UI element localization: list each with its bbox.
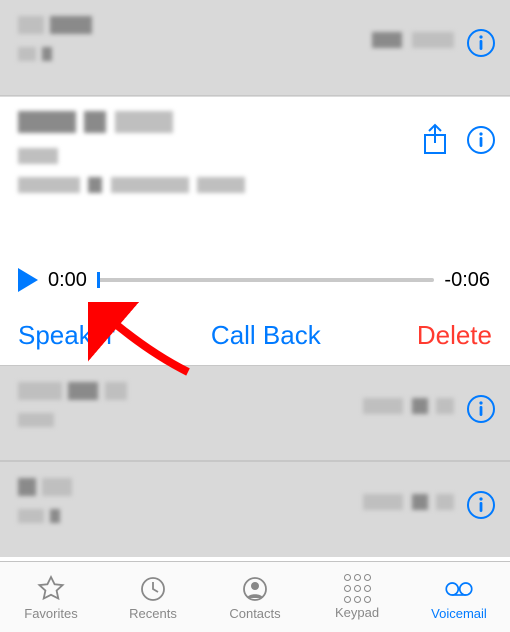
date-label — [372, 32, 454, 53]
remaining-time: -0:06 — [444, 269, 490, 292]
tab-contacts[interactable]: Contacts — [204, 562, 306, 632]
playback-bar: 0:00 -0:06 — [18, 268, 492, 292]
scrubber-handle[interactable] — [97, 272, 100, 288]
tab-keypad[interactable]: Keypad — [306, 562, 408, 632]
voicemail-row[interactable] — [0, 365, 510, 461]
tab-label: Contacts — [229, 606, 280, 621]
tab-label: Voicemail — [431, 606, 487, 621]
info-icon[interactable] — [466, 394, 496, 429]
date-label — [363, 494, 454, 515]
elapsed-time: 0:00 — [48, 269, 87, 292]
keypad-icon — [344, 574, 370, 603]
call-back-button[interactable]: Call Back — [211, 320, 321, 351]
tab-label: Favorites — [24, 606, 77, 621]
tab-voicemail[interactable]: Voicemail — [408, 562, 510, 632]
tab-favorites[interactable]: Favorites — [0, 562, 102, 632]
transcription — [18, 177, 492, 198]
share-icon[interactable] — [420, 123, 450, 162]
voicemail-actions: Speaker Call Back Delete — [18, 320, 492, 351]
voicemail-row-expanded: 0:00 -0:06 Speaker Call Back Delete — [0, 96, 510, 365]
tab-label: Keypad — [335, 605, 379, 620]
info-icon[interactable] — [466, 28, 496, 63]
tab-label: Recents — [129, 606, 177, 621]
play-button[interactable] — [18, 268, 38, 292]
tab-recents[interactable]: Recents — [102, 562, 204, 632]
date-label — [363, 398, 454, 419]
info-icon[interactable] — [466, 490, 496, 525]
delete-button[interactable]: Delete — [417, 320, 492, 351]
voicemail-row[interactable] — [0, 461, 510, 557]
scrubber[interactable] — [97, 278, 434, 282]
voicemail-screen: 0:00 -0:06 Speaker Call Back Delete — [0, 0, 510, 632]
info-icon[interactable] — [466, 125, 496, 160]
tab-bar: Favorites Recents Contacts Keypad Voicem… — [0, 561, 510, 632]
speaker-button[interactable]: Speaker — [18, 320, 115, 351]
voicemail-row[interactable] — [0, 0, 510, 96]
